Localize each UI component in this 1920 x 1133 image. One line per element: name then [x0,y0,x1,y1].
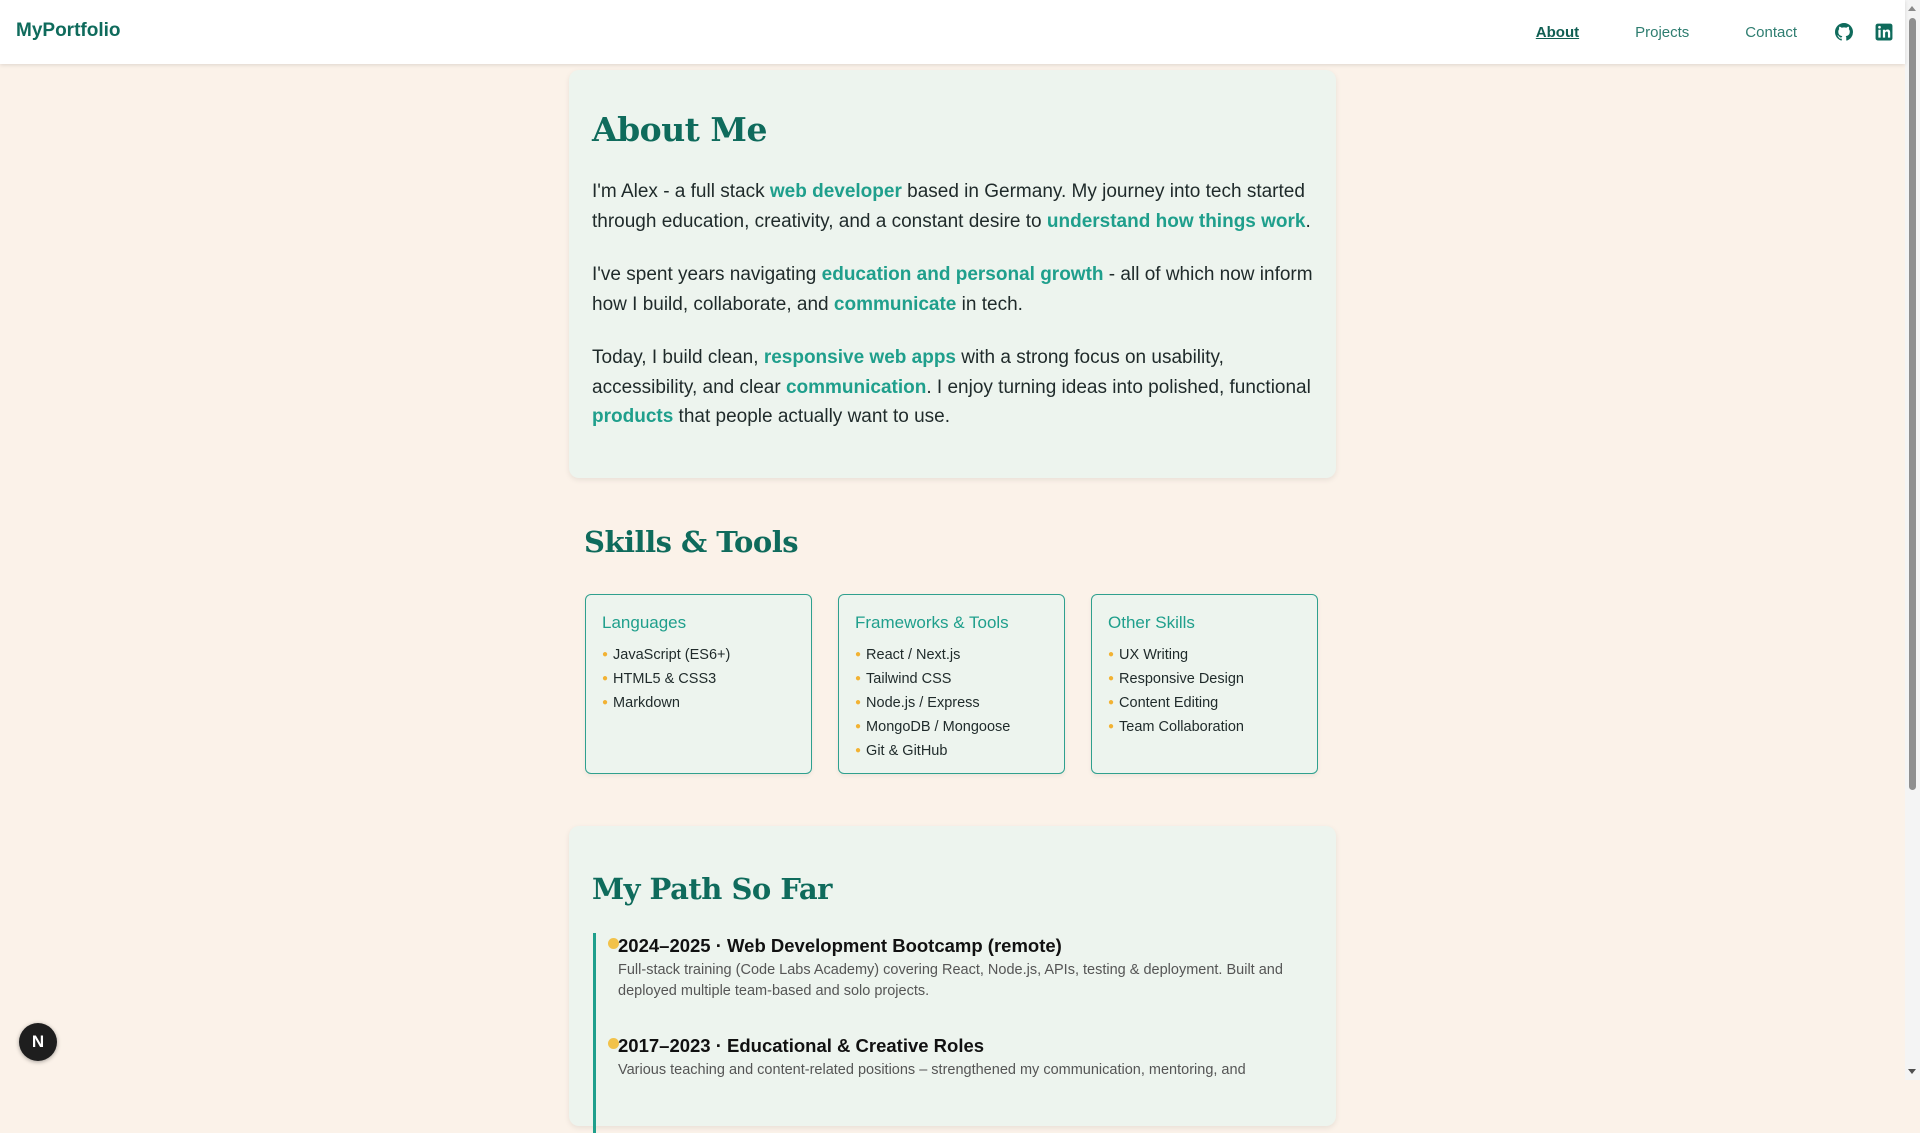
dev-tools-badge[interactable]: N [19,1023,57,1061]
skill-card-languages: Languages ● JavaScript (ES6+) ● HTML5 & CS… [585,594,812,774]
github-icon[interactable] [1835,23,1853,41]
text: in tech. [956,293,1023,315]
skill-label: React / Next.js [866,647,961,663]
skill-label: HTML5 & CSS3 [613,671,717,687]
skill-list: ● JavaScript (ES6+) ● HTML5 & CSS3 ● Markdo… [602,643,730,715]
skill-label: Git & GitHub [866,743,948,759]
bullet-dot-icon: ● [602,697,609,708]
skills-title: Skills & Tools [584,525,799,559]
highlight-communication: communication [785,376,927,398]
timeline-entry-title: 2017–2023 · Educational & Creative Roles [618,1035,985,1056]
skill-card-title: Languages [602,613,687,632]
highlight-communicate: communicate [833,293,957,315]
skill-item: ● MongoDB / Mongoose [855,715,1010,739]
skill-item: ● HTML5 & CSS3 [602,667,730,691]
scroll-down-arrow-icon[interactable] [1908,1069,1916,1074]
skill-item: ● Content Editing [1108,691,1244,715]
timeline-entry-desc: Full-stack training (Code Labs Academy) … [618,962,1283,999]
skill-item: ● Responsive Design [1108,667,1244,691]
bullet-dot-icon: ● [855,697,862,708]
scroll-up-arrow-icon[interactable] [1908,6,1916,11]
skill-item: ● Team Collaboration [1108,715,1244,739]
timeline-entry-title: 2024–2025 · Web Development Bootcamp (re… [618,935,1062,956]
skill-card-title: Other Skills [1108,613,1195,632]
highlight-understand: understand how things work [1046,210,1306,232]
nav-link-contact[interactable]: Contact [1745,24,1797,41]
nav-link-projects[interactable]: Projects [1635,24,1689,41]
path-card: My Path So Far 2024–2025 · Web Developme… [569,826,1336,1133]
skill-label: Node.js / Express [866,695,980,711]
about-paragraph-3: Today, I build clean, responsive web app… [592,343,1317,432]
bullet-dot-icon: ● [1108,649,1115,660]
bullet-dot-icon: ● [855,673,862,684]
bullet-dot-icon: ● [1108,721,1115,732]
skill-item: ● Git & GitHub [855,739,1010,763]
text: that people actually want to use. [673,406,951,427]
skill-list: ● UX Writing ● Responsive Design ● Content … [1108,643,1244,739]
bullet-dot-icon: ● [1108,697,1115,708]
text: . [1305,210,1311,232]
skill-item: ● React / Next.js [855,643,1010,667]
skill-label: Team Collaboration [1119,719,1244,735]
site-logo[interactable]: MyPortfolio [16,20,121,42]
skill-item: ● UX Writing [1108,643,1244,667]
text: Today, I build clean, [592,347,764,368]
skill-label: Responsive Design [1119,671,1244,687]
skill-card-other: Other Skills ● UX Writing ● Responsive Des… [1091,594,1318,774]
text: I'm Alex - a full stack [592,181,770,202]
bullet-dot-icon: ● [602,673,609,684]
skill-label: UX Writing [1119,647,1189,663]
scrollbar-thumb[interactable] [1909,18,1916,790]
bullet-dot-icon: ● [855,721,862,732]
text: . I enjoy turning ideas into polished, f… [926,376,1311,398]
bullet-dot-icon: ● [855,745,862,756]
bullet-dot-icon: ● [602,649,609,660]
skill-item: ● Node.js / Express [855,691,1010,715]
highlight-education: education and personal growth [821,264,1104,285]
top-navbar: MyPortfolio About Projects Contact [0,0,1905,64]
skill-card-title: Frameworks & Tools [855,613,1009,632]
nav-link-about[interactable]: About [1536,24,1579,41]
linkedin-icon[interactable] [1875,23,1893,41]
highlight-responsive: responsive web apps [763,347,956,368]
highlight-web-developer: web developer [769,181,902,202]
skill-label: MongoDB / Mongoose [866,719,1011,735]
bullet-dot-icon: ● [855,649,862,660]
skill-item: ● Tailwind CSS [855,667,1010,691]
skill-item: ● JavaScript (ES6+) [602,643,730,667]
bullet-dot-icon: ● [1108,673,1115,684]
about-title: About Me [592,110,767,149]
path-title: My Path So Far [592,872,832,906]
skill-label: Markdown [613,695,680,711]
skill-item: ● Markdown [602,691,730,715]
skill-card-frameworks: Frameworks & Tools ● React / Next.js ● Tai… [838,594,1065,774]
highlight-products: products [592,406,674,427]
page-scrollbar[interactable] [1905,0,1920,1080]
text: I've spent years navigating [592,264,822,285]
skill-label: Tailwind CSS [866,671,952,687]
skill-label: Content Editing [1119,695,1219,711]
skill-label: JavaScript (ES6+) [613,647,731,663]
timeline-line [593,933,596,1133]
timeline-entry-desc: Various teaching and content-related pos… [618,1062,1246,1078]
about-paragraph-2: I've spent years navigating education an… [592,260,1317,319]
skill-list: ● React / Next.js ● Tailwind CSS ● Node.js … [855,643,1010,763]
about-paragraph-1: I'm Alex - a full stack web developer ba… [592,177,1317,236]
about-card: About Me I'm Alex - a full stack web dev… [569,70,1336,478]
nav-links: About Projects Contact [1536,0,1905,64]
